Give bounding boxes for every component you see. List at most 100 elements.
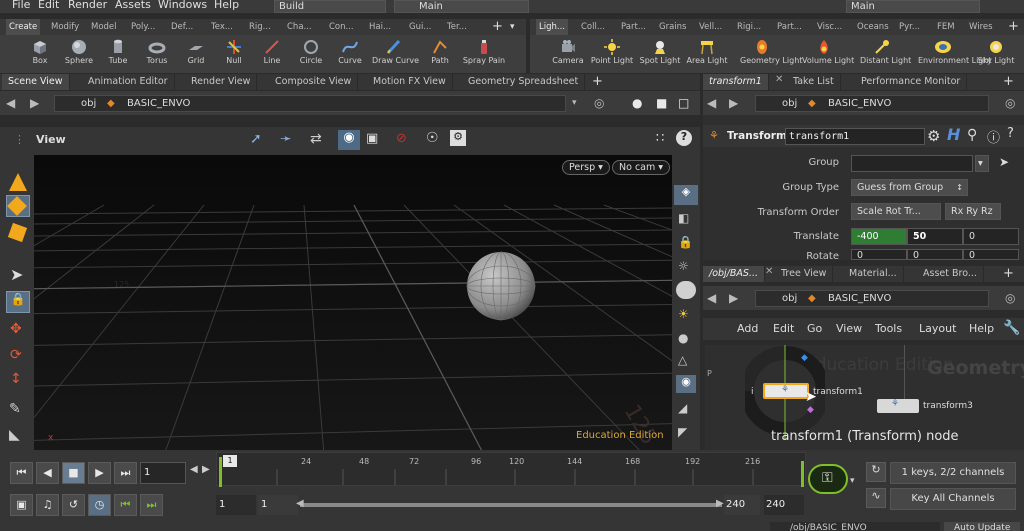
tool-box[interactable]: Box xyxy=(18,35,62,73)
main-selector[interactable]: Main xyxy=(394,0,529,13)
lock-icon[interactable]: 🔒 xyxy=(6,291,30,313)
shelf-tab-modify[interactable]: Modify xyxy=(48,19,82,35)
rotate-y-field[interactable]: 0 xyxy=(907,249,963,260)
network-pin-icon[interactable]: ◎ xyxy=(1005,291,1015,305)
shelf-tab-hai[interactable]: Hai... xyxy=(366,19,394,35)
jump-end-icon[interactable]: ⏭ xyxy=(114,462,137,484)
tool-sphere[interactable]: Sphere xyxy=(57,35,101,73)
brush-icon[interactable]: ✎ xyxy=(9,401,21,417)
key-dropdown-icon[interactable]: ▾ xyxy=(850,476,855,486)
scale-handle-icon[interactable]: ↕ xyxy=(10,371,22,387)
stop-icon[interactable]: ■ xyxy=(62,462,85,484)
rotate-z-field[interactable]: 0 xyxy=(963,249,1019,260)
tab-render-view[interactable]: Render View xyxy=(185,74,258,90)
shelf-tab-oceans[interactable]: Oceans xyxy=(854,19,892,35)
tool-spray-paint[interactable]: Spray Pain xyxy=(462,35,506,73)
snapshot-icon[interactable]: ☉ xyxy=(426,130,439,146)
render-region-icon[interactable]: ▣ xyxy=(366,131,378,146)
stack-icon[interactable]: ◣ xyxy=(9,427,20,443)
range-handle-left-icon[interactable]: ◀ xyxy=(296,498,304,509)
node-transform3[interactable]: ⚘ xyxy=(877,399,919,413)
tab-composite-view[interactable]: Composite View xyxy=(269,74,359,90)
shelf-tab-cha[interactable]: Cha... xyxy=(284,19,315,35)
key-button[interactable]: ⚿ xyxy=(808,464,848,494)
scene-viewport[interactable]: 125 125 x Persp ▾ No cam ▾ Education Edi… xyxy=(34,155,672,450)
keys-info-field[interactable]: 1 keys, 2/2 channels xyxy=(890,462,1016,484)
camera-menu[interactable]: No cam ▾ xyxy=(612,160,671,175)
tool-area-light[interactable]: Area Light xyxy=(685,35,729,73)
params-pin-icon[interactable]: ◎ xyxy=(1005,96,1015,110)
shelf-tab-grains[interactable]: Grains xyxy=(656,19,689,35)
radial-info-icon[interactable]: i xyxy=(751,387,754,397)
select-arrow-icon[interactable]: ➤ xyxy=(10,265,23,284)
shelf-tab-poly[interactable]: Poly... xyxy=(128,19,158,35)
shelf-tab-rigi[interactable]: Rigi... xyxy=(734,19,764,35)
network-path-field[interactable]: obj ◆ BASIC_ENVO xyxy=(755,290,989,307)
tool-distant-light[interactable]: Distant Light xyxy=(860,35,911,73)
range-start-field[interactable]: 1 xyxy=(216,495,256,515)
tool-tube[interactable]: Tube xyxy=(96,35,140,73)
menu-windows[interactable]: Windows xyxy=(158,0,207,11)
pin-icon[interactable]: ◎ xyxy=(594,96,604,110)
radial-display-flag-icon[interactable]: ◆ xyxy=(801,353,808,363)
range-end-icon[interactable]: ⏭ xyxy=(140,494,163,516)
translate-y-field[interactable]: 50 xyxy=(907,228,963,245)
network-menu-tools[interactable]: Tools xyxy=(875,322,902,335)
range-handle-right-icon[interactable]: ▶ xyxy=(716,498,724,509)
network-editor[interactable]: Education Edition Geometry P i ◆ ◆ ⚘ ➤ t… xyxy=(705,345,1024,450)
shelf-tab-ter[interactable]: Ter... xyxy=(444,19,470,35)
range-start-icon[interactable]: ⏮ xyxy=(114,494,137,516)
node-transform1[interactable]: ⚘ xyxy=(763,383,809,399)
background-icon[interactable]: ◢ xyxy=(678,401,687,415)
tab-transform1[interactable]: transform1 xyxy=(703,74,769,90)
translate-x-field[interactable]: -400 xyxy=(851,228,907,245)
shelf-tab-gui[interactable]: Gui... xyxy=(406,19,434,35)
translate-z-field[interactable]: 0 xyxy=(963,228,1019,245)
shelf-tab-create[interactable]: Create xyxy=(6,19,41,35)
tab-tree-view[interactable]: Tree View xyxy=(775,266,834,282)
shape-tool-icon[interactable] xyxy=(9,173,27,191)
range-end-field[interactable]: 240 xyxy=(724,495,760,515)
add-tab-icon[interactable]: + xyxy=(592,74,603,89)
range-start-field-2[interactable]: 1 xyxy=(258,495,298,515)
realtime-icon[interactable]: ◷ xyxy=(88,494,111,516)
tool-sky-light[interactable]: Sky Light xyxy=(974,35,1018,73)
curve-editor-icon[interactable]: ∿ xyxy=(866,488,886,508)
tab-material[interactable]: Material... xyxy=(843,266,904,282)
shelf-tab-fem[interactable]: FEM xyxy=(934,19,958,35)
shelf-tab-visc[interactable]: Visc... xyxy=(814,19,845,35)
params-back-icon[interactable]: ◀ xyxy=(707,96,716,110)
info-icon[interactable]: ⓘ xyxy=(987,127,1000,146)
tab-scene-view[interactable]: Scene View xyxy=(2,74,70,90)
translate-handle-icon[interactable]: ✥ xyxy=(10,321,22,337)
settings-gear-icon[interactable]: ⚙ xyxy=(450,130,466,146)
menu-edit[interactable]: Edit xyxy=(38,0,59,11)
tool-spot-light[interactable]: Spot Light xyxy=(638,35,682,73)
auto-update-menu[interactable]: Auto Update xyxy=(944,522,1020,531)
step-forward-icon[interactable]: ▶ xyxy=(202,464,210,475)
shelf-add-icon[interactable]: + xyxy=(492,19,503,34)
wrench-icon[interactable]: 🔧 xyxy=(1003,320,1020,336)
shelf-menu-icon[interactable]: ▾ xyxy=(510,20,515,35)
step-back-icon[interactable]: ◀ xyxy=(190,464,198,475)
rotate-handle-icon[interactable]: ⟳ xyxy=(10,347,22,363)
shelf-tab-def[interactable]: Def... xyxy=(168,19,196,35)
tab-animation-editor[interactable]: Animation Editor xyxy=(82,74,175,90)
tab-geometry-spreadsheet[interactable]: Geometry Spreadsheet xyxy=(462,74,586,90)
tool-torus[interactable]: Torus xyxy=(135,35,179,73)
node-name-field[interactable]: transform1 xyxy=(785,128,925,145)
ghost-icon[interactable]: ● xyxy=(678,331,688,345)
tab-performance-monitor[interactable]: Performance Monitor xyxy=(855,74,968,90)
right-selector[interactable]: Main xyxy=(846,0,980,13)
layout-icon[interactable]: ∷ xyxy=(656,131,664,146)
network-menu-layout[interactable]: Layout xyxy=(919,322,956,335)
play-backward-icon[interactable]: ◀ xyxy=(36,462,59,484)
network-menu-help[interactable]: Help xyxy=(969,322,994,335)
select-tool-icon[interactable]: ➚ xyxy=(250,131,262,147)
global-anim-options-icon[interactable]: ▣ xyxy=(10,494,33,516)
guide-icon[interactable]: ◤ xyxy=(678,425,687,439)
help-icon-2[interactable]: ? xyxy=(1007,126,1014,141)
add-network-tab-icon[interactable]: + xyxy=(1003,266,1014,281)
transform-tool-icon[interactable]: ➛ xyxy=(280,131,292,147)
add-params-tab-icon[interactable]: + xyxy=(1003,74,1014,89)
